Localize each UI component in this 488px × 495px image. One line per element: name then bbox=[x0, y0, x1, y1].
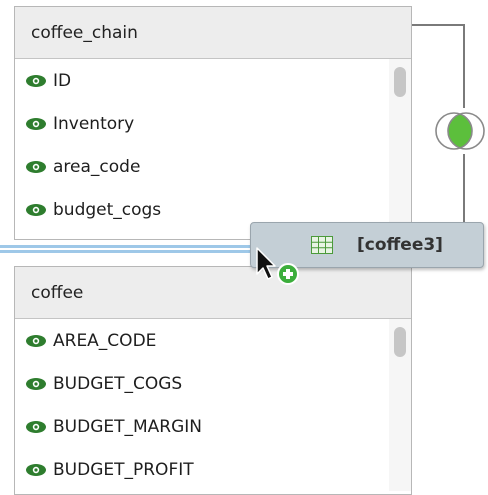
pointer-cursor-icon bbox=[255, 246, 301, 288]
vertical-scrollbar[interactable] bbox=[389, 59, 411, 231]
inner-join-icon[interactable] bbox=[432, 108, 488, 154]
field-name: budget_cogs bbox=[53, 199, 162, 220]
vertical-scrollbar[interactable] bbox=[389, 319, 411, 491]
field-name: Inventory bbox=[53, 113, 135, 134]
drop-indicator-line bbox=[0, 245, 256, 253]
field-name: area_code bbox=[53, 156, 141, 177]
dragged-table-name: [coffee3] bbox=[357, 235, 443, 255]
eye-icon[interactable] bbox=[25, 420, 47, 434]
table-header[interactable]: coffee_chain bbox=[15, 7, 411, 59]
field-row[interactable]: area_code bbox=[15, 145, 411, 188]
field-row[interactable]: BUDGET_COGS bbox=[15, 362, 411, 405]
eye-icon[interactable] bbox=[25, 74, 47, 88]
field-name: ID bbox=[53, 70, 72, 91]
field-list: ID Inventory area_code budget_cogs bbox=[15, 59, 411, 231]
field-name: BUDGET_MARGIN bbox=[53, 416, 203, 437]
eye-icon[interactable] bbox=[25, 117, 47, 131]
table-title: coffee bbox=[31, 282, 84, 303]
eye-icon[interactable] bbox=[25, 203, 47, 217]
eye-icon[interactable] bbox=[25, 463, 47, 477]
field-row[interactable]: BUDGET_PROFIT bbox=[15, 448, 411, 491]
table-title: coffee_chain bbox=[31, 22, 138, 43]
field-row[interactable]: ID bbox=[15, 59, 411, 102]
eye-icon[interactable] bbox=[25, 377, 47, 391]
field-name: AREA_CODE bbox=[53, 330, 157, 351]
eye-icon[interactable] bbox=[25, 334, 47, 348]
field-list: AREA_CODE BUDGET_COGS BUDGET_MARGIN BUDG… bbox=[15, 319, 411, 491]
field-row[interactable]: Inventory bbox=[15, 102, 411, 145]
eye-icon[interactable] bbox=[25, 160, 47, 174]
table-coffee-chain[interactable]: coffee_chain ID Inventory area_code budg… bbox=[14, 6, 412, 240]
scrollbar-thumb[interactable] bbox=[394, 327, 406, 357]
field-name: BUDGET_PROFIT bbox=[53, 459, 194, 480]
grid-table-icon bbox=[311, 236, 333, 254]
scrollbar-thumb[interactable] bbox=[394, 67, 406, 97]
join-connector-line bbox=[412, 24, 464, 26]
table-header[interactable]: coffee bbox=[15, 267, 411, 319]
table-coffee[interactable]: coffee AREA_CODE BUDGET_COGS BUDGET_MARG… bbox=[14, 266, 412, 495]
field-name: BUDGET_COGS bbox=[53, 373, 183, 394]
field-row[interactable]: BUDGET_MARGIN bbox=[15, 405, 411, 448]
field-row[interactable]: AREA_CODE bbox=[15, 319, 411, 362]
plus-badge-icon bbox=[277, 263, 299, 285]
